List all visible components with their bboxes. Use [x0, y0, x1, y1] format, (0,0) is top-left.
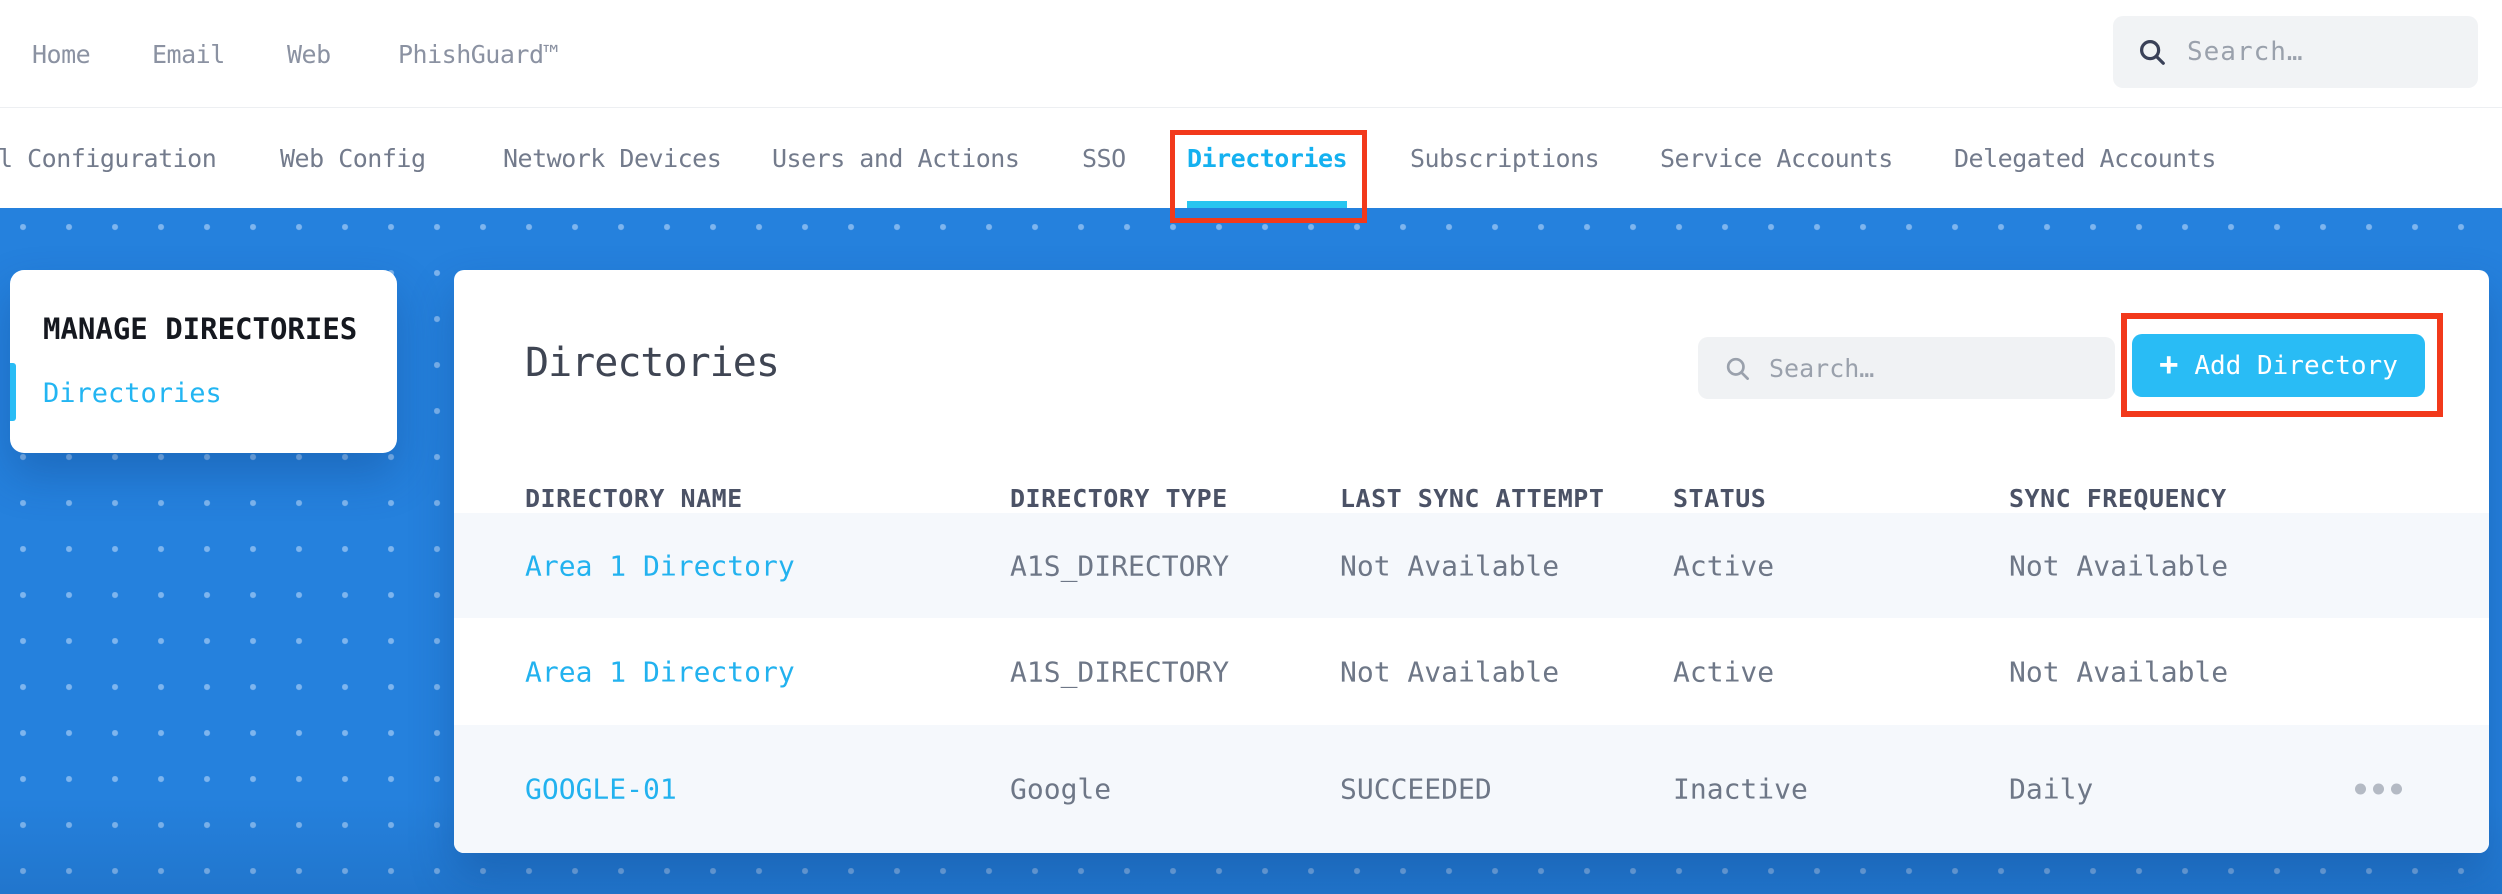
page-title: Directories: [525, 340, 780, 386]
tab-delegated-accounts[interactable]: Delegated Accounts: [1954, 108, 2216, 208]
row-actions-menu[interactable]: [2347, 776, 2410, 803]
table-row: Area 1 Directory A1S_DIRECTORY Not Avail…: [454, 618, 2489, 725]
top-bar: Home Email Web PhishGuard™: [0, 0, 2502, 108]
tab-users-and-actions[interactable]: Users and Actions: [772, 108, 1020, 208]
topnav-home[interactable]: Home: [32, 0, 91, 108]
topnav-web[interactable]: Web: [287, 0, 331, 108]
topnav-email[interactable]: Email: [152, 0, 225, 108]
settings-tab-bar: l Configuration Web Config Network Devic…: [0, 108, 2502, 208]
tab-network-devices[interactable]: Network Devices: [503, 108, 722, 208]
status-cell: Active: [1673, 549, 1775, 582]
tab-subscriptions[interactable]: Subscriptions: [1410, 108, 1600, 208]
directories-search-box[interactable]: [1698, 337, 2115, 399]
plus-icon: +: [2159, 345, 2179, 383]
directory-name-link[interactable]: Area 1 Directory: [525, 655, 795, 688]
global-search-box[interactable]: [2113, 16, 2478, 88]
tab-service-accounts[interactable]: Service Accounts: [1660, 108, 1893, 208]
directory-type-cell: Google: [1010, 772, 1112, 806]
directory-type-cell: A1S_DIRECTORY: [1010, 655, 1230, 688]
directory-name-link[interactable]: GOOGLE-01: [525, 773, 677, 806]
directory-name-link[interactable]: Area 1 Directory: [525, 549, 795, 582]
col-header-status: STATUS: [1673, 484, 1767, 513]
last-sync-cell: SUCCEEDED: [1340, 772, 1492, 806]
sidebar-item-directories[interactable]: Directories: [43, 378, 222, 409]
col-header-sync-frequency: SYNC FREQUENCY: [2009, 484, 2227, 513]
topnav-phishguard[interactable]: PhishGuard™: [398, 0, 559, 108]
directory-type-cell: A1S_DIRECTORY: [1010, 549, 1230, 582]
table-row: Area 1 Directory A1S_DIRECTORY Not Avail…: [454, 513, 2489, 618]
sidebar-active-indicator: [10, 363, 16, 421]
tab-directories[interactable]: Directories: [1187, 108, 1348, 208]
last-sync-cell: Not Available: [1340, 549, 1560, 582]
last-sync-cell: Not Available: [1340, 655, 1560, 688]
search-icon: [1726, 357, 1749, 380]
search-icon: [2139, 39, 2165, 65]
tab-configuration[interactable]: l Configuration: [0, 108, 217, 208]
status-cell: Inactive: [1673, 772, 1808, 806]
tab-sso[interactable]: SSO: [1082, 108, 1126, 208]
add-directory-button[interactable]: + Add Directory: [2132, 334, 2425, 397]
directories-panel: Directories + Add Directory DIRECTORY NA…: [454, 270, 2489, 853]
directories-search-input[interactable]: [1769, 353, 2089, 383]
col-header-directory-type: DIRECTORY TYPE: [1010, 484, 1228, 513]
table-row: GOOGLE-01 Google SUCCEEDED Inactive Dail…: [454, 725, 2489, 853]
sidebar-title: MANAGE DIRECTORIES: [43, 312, 358, 346]
add-directory-label: Add Directory: [2194, 350, 2398, 381]
content-background: MANAGE DIRECTORIES Directories Directori…: [0, 208, 2502, 894]
col-header-last-sync: LAST SYNC ATTEMPT: [1340, 484, 1605, 513]
sync-frequency-cell: Daily: [2009, 772, 2094, 806]
col-header-directory-name: DIRECTORY NAME: [525, 484, 743, 513]
sync-frequency-cell: Not Available: [2009, 549, 2229, 582]
tab-web-config[interactable]: Web Config: [280, 108, 426, 208]
status-cell: Active: [1673, 655, 1775, 688]
global-search-input[interactable]: [2187, 37, 2457, 67]
ellipsis-icon: [2355, 783, 2366, 795]
sync-frequency-cell: Not Available: [2009, 655, 2229, 688]
manage-directories-card: MANAGE DIRECTORIES Directories: [10, 270, 397, 453]
